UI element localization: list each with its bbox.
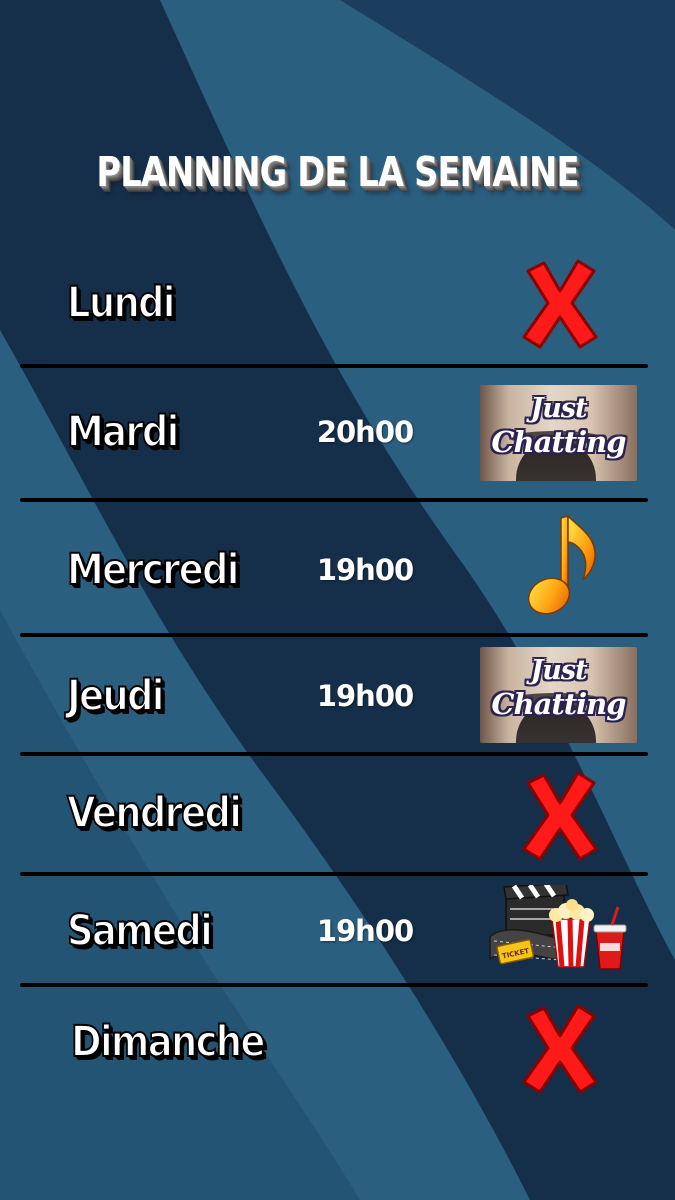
thumbnail-text: Chatting [491, 687, 626, 721]
time-label [300, 1002, 430, 1082]
row-divider [20, 983, 648, 987]
row-divider [20, 872, 648, 876]
row-divider [20, 364, 648, 368]
row-divider [20, 752, 648, 756]
row-divider [20, 633, 648, 637]
thumbnail-text: Just [530, 655, 587, 686]
day-row-vendredi: Vendredi [0, 771, 675, 861]
just-chatting-thumbnail: Just Chatting [480, 647, 637, 743]
day-label: Mardi [66, 406, 180, 458]
day-label: Samedi [66, 905, 213, 957]
day-row-mercredi: Mercredi 19h00 [0, 514, 675, 615]
day-label: Mercredi [66, 544, 240, 596]
page-title: PLANNING DE LA SEMAINE [96, 148, 579, 196]
cross-icon [522, 259, 598, 349]
day-row-jeudi: Jeudi 19h00 Just Chatting [0, 647, 675, 743]
day-row-lundi: Lundi [0, 259, 675, 349]
thumbnail-text: Chatting [491, 425, 626, 459]
day-row-mardi: Mardi 20h00 Just Chatting [0, 385, 675, 481]
time-label: 19h00 [316, 553, 414, 587]
day-label: Lundi [66, 277, 176, 329]
day-label: Jeudi [66, 670, 165, 722]
day-row-dimanche: Dimanche [0, 1002, 675, 1094]
day-label: Dimanche [70, 1016, 266, 1068]
music-note-icon [527, 514, 596, 615]
time-label [300, 773, 430, 853]
cinema-icon: TICKET [489, 885, 627, 970]
row-divider [20, 498, 648, 502]
time-label [300, 263, 430, 343]
day-row-samedi: Samedi 19h00 TICKET [0, 885, 675, 971]
cross-icon [522, 1004, 598, 1094]
time-label: 19h00 [316, 679, 414, 713]
day-label: Vendredi [66, 787, 243, 839]
just-chatting-thumbnail: Just Chatting [480, 385, 637, 481]
cross-icon [522, 771, 598, 861]
thumbnail-text: Just [530, 393, 587, 424]
time-label: 19h00 [316, 914, 414, 948]
time-label: 20h00 [316, 415, 414, 449]
